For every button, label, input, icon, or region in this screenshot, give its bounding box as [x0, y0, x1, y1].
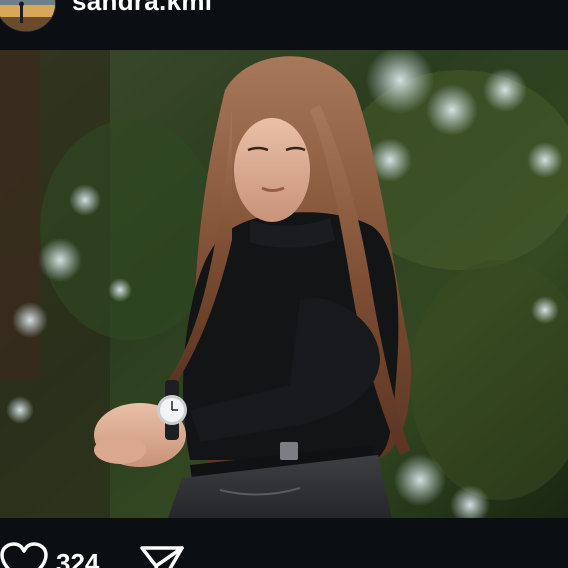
- instagram-post: sandra.kmi 324: [0, 0, 568, 568]
- post-photo[interactable]: [0, 50, 568, 518]
- paper-plane-icon: [140, 546, 184, 568]
- like-button[interactable]: [0, 542, 48, 568]
- share-button[interactable]: [138, 544, 186, 568]
- username[interactable]: sandra.kmi: [72, 0, 212, 14]
- avatar-image: [0, 0, 55, 31]
- like-count: 324: [56, 548, 100, 568]
- heart-icon: [0, 542, 48, 568]
- post-header: sandra.kmi: [0, 0, 568, 50]
- action-bar: 324: [0, 518, 568, 568]
- avatar[interactable]: [0, 0, 56, 32]
- portrait-photo: [0, 50, 568, 518]
